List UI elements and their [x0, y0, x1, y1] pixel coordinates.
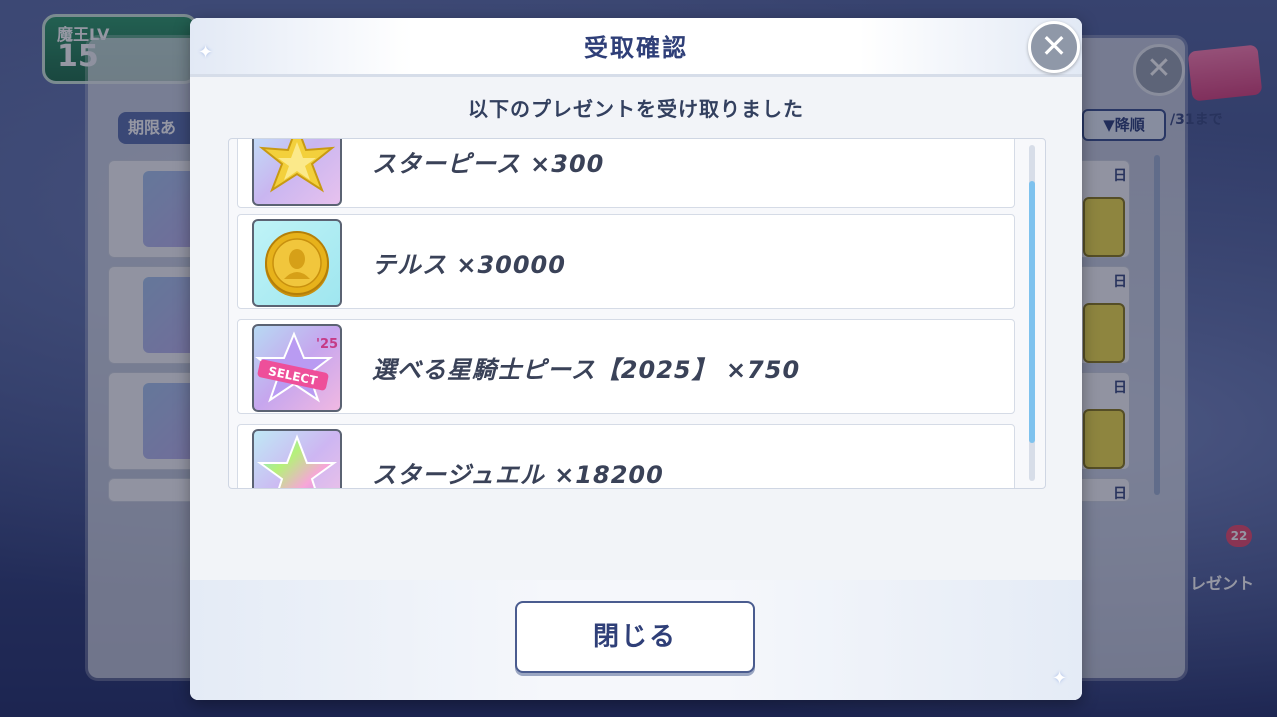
scrollbar-thumb[interactable]: [1029, 181, 1035, 443]
list-item: テルス ×30000: [237, 214, 1015, 309]
close-icon[interactable]: ✕: [1028, 21, 1080, 73]
list-item: スターピース ×300: [237, 139, 1015, 208]
receive-confirm-dialog: ✦ 受取確認 以下のプレゼントを受け取りました スターピース ×300 テルス …: [190, 18, 1082, 700]
received-items-list[interactable]: スターピース ×300 テルス ×30000 SELECT '25 選べる星騎士…: [228, 138, 1046, 489]
dialog-header: ✦ 受取確認: [190, 18, 1082, 77]
coin-icon: [252, 219, 342, 307]
list-item: スタージュエル ×18200: [237, 424, 1015, 489]
dialog-title: 受取確認: [584, 34, 688, 62]
item-label: 選べる星騎士ピース【2025】 ×750: [372, 356, 801, 384]
select-icon-year: '25: [316, 337, 338, 352]
star-piece-icon: [252, 139, 342, 206]
item-label: テルス ×30000: [372, 251, 566, 279]
close-button[interactable]: 閉じる: [515, 601, 755, 673]
list-item: SELECT '25 選べる星騎士ピース【2025】 ×750: [237, 319, 1015, 414]
item-label: スタージュエル ×18200: [372, 461, 664, 489]
sparkle-icon: ✦: [1052, 668, 1068, 689]
item-label: スターピース ×300: [372, 150, 605, 178]
rainbow-star-icon: [252, 429, 342, 488]
select-star-icon: SELECT '25: [252, 324, 342, 412]
dialog-message: 以下のプレゼントを受け取りました: [468, 97, 804, 121]
